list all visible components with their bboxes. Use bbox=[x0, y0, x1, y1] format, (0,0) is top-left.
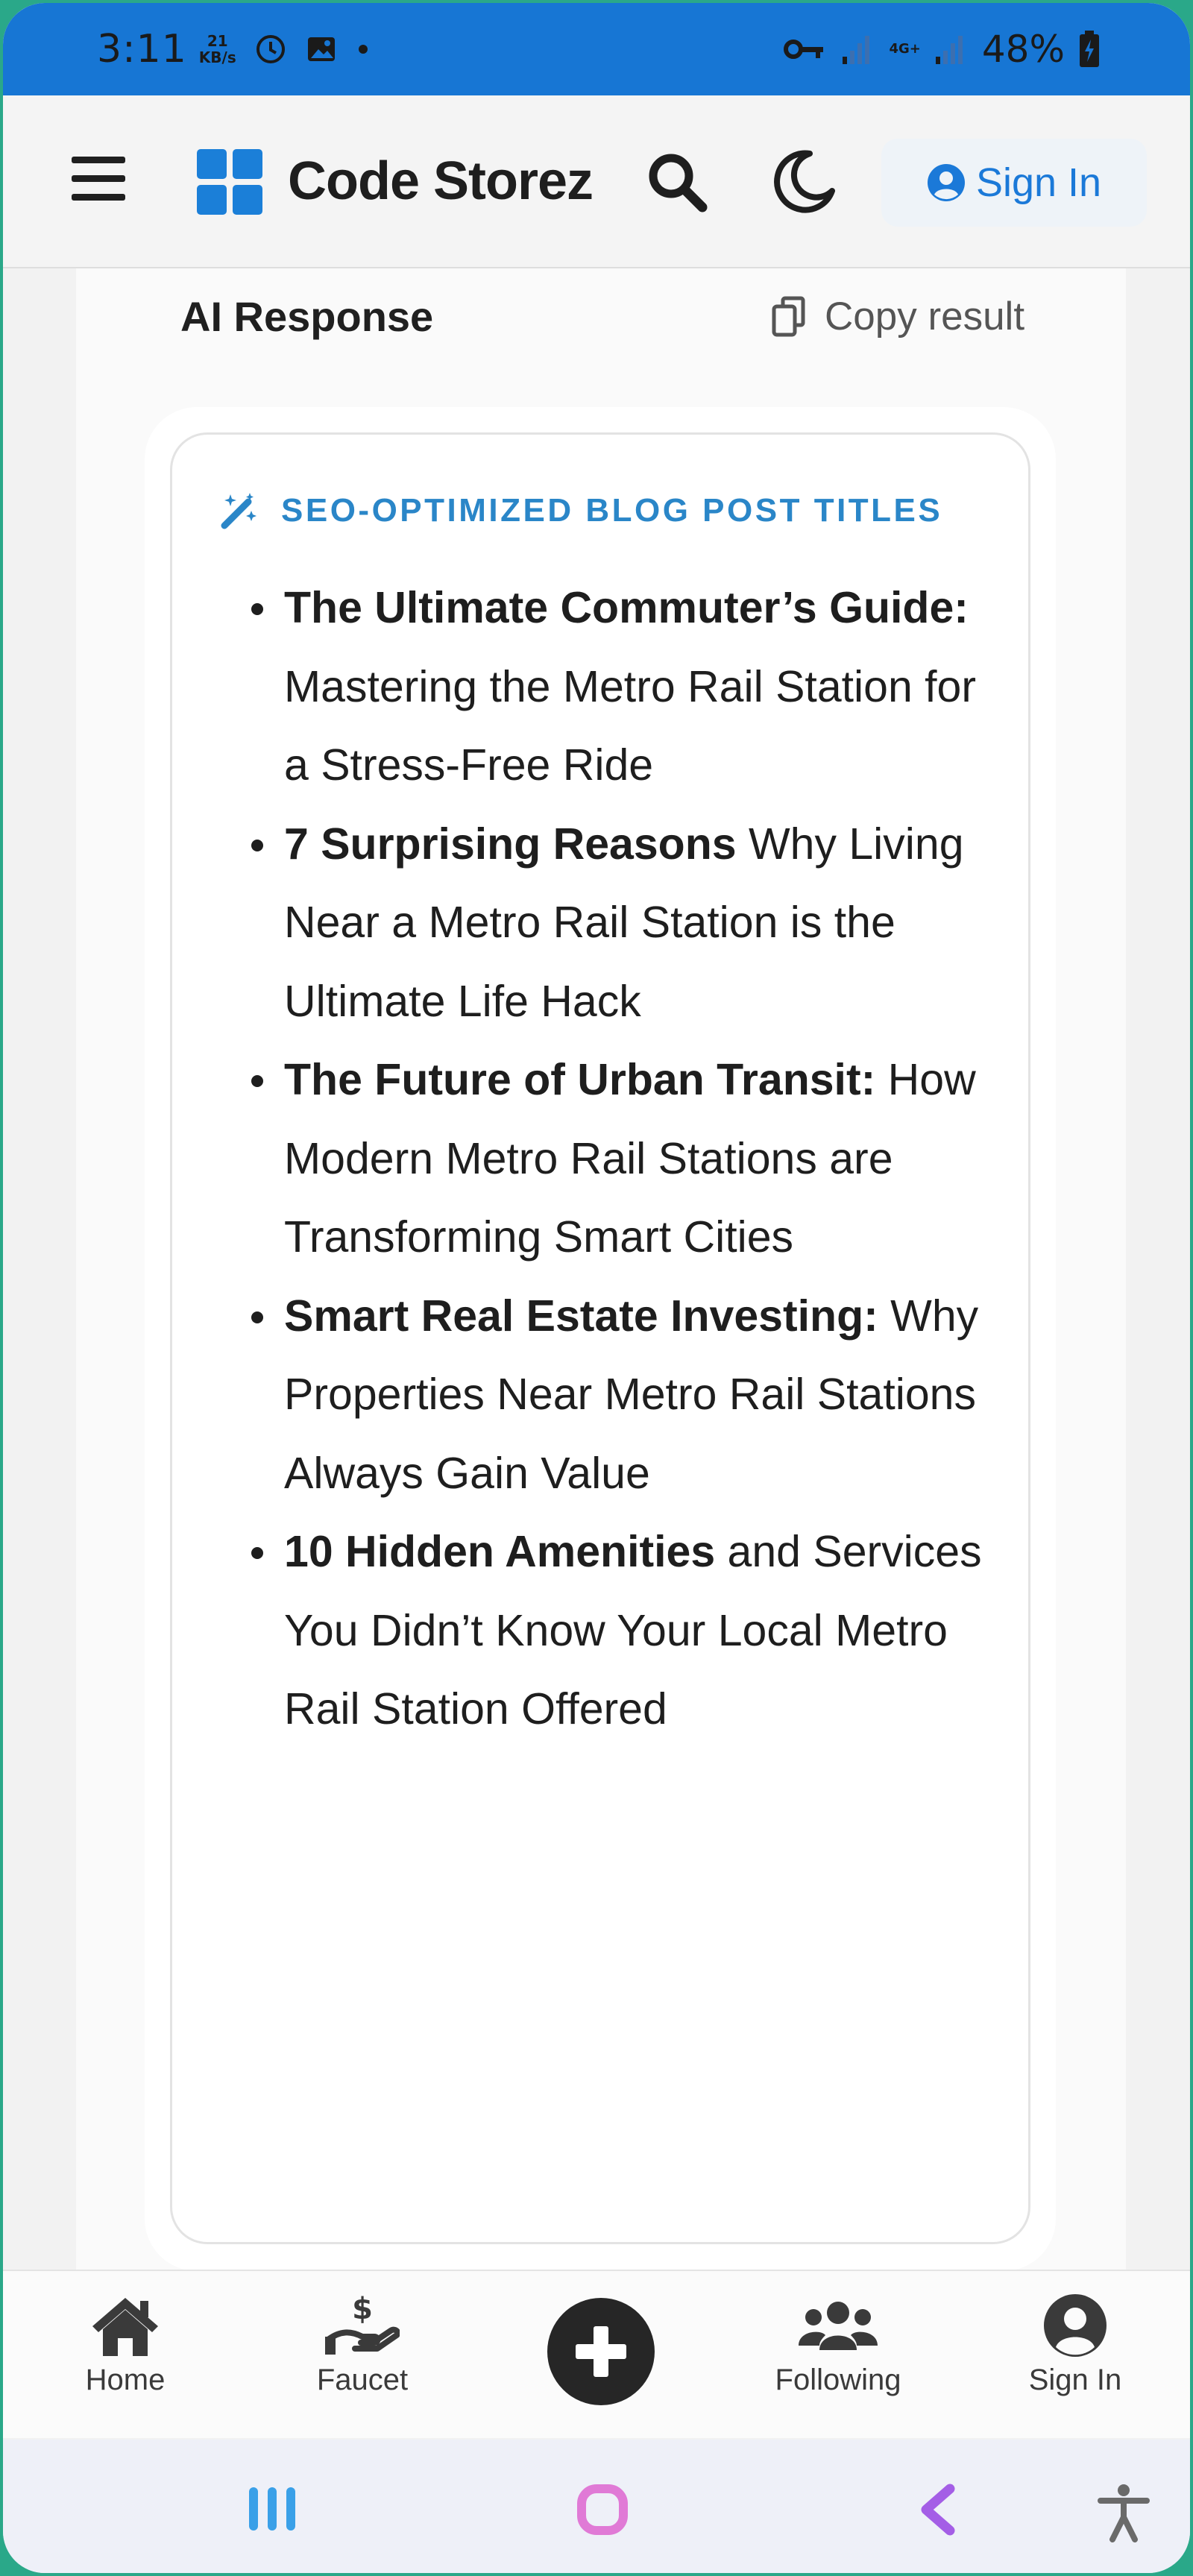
item-bold: 10 Hidden Amenities bbox=[284, 1527, 716, 1576]
copy-result-button[interactable]: Copy result bbox=[771, 294, 1024, 339]
section-title: SEO-OPTIMIZED BLOG POST TITLES bbox=[281, 492, 943, 529]
signal-weak-icon bbox=[843, 36, 870, 64]
response-card: SEO-OPTIMIZED BLOG POST TITLES The Ultim… bbox=[170, 432, 1030, 2244]
moon-icon[interactable] bbox=[771, 148, 838, 215]
list-item: The Future of Urban Transit: How Modern … bbox=[251, 1041, 1000, 1277]
battery-charging-icon bbox=[1080, 31, 1099, 67]
nav-sign-in-label: Sign In bbox=[1028, 2364, 1122, 2396]
item-bold: The Future of Urban Transit: bbox=[284, 1055, 876, 1104]
nav-faucet-label: Faucet bbox=[316, 2364, 409, 2396]
image-icon bbox=[307, 37, 335, 61]
nav-home[interactable]: Home bbox=[28, 2293, 222, 2397]
recents-icon[interactable] bbox=[246, 2483, 298, 2535]
nav-following-label: Following bbox=[775, 2364, 901, 2396]
blog-title-list: The Ultimate Commuter’s Guide: Mastering… bbox=[251, 569, 1000, 1749]
signal-icon bbox=[935, 36, 963, 64]
list-item: 10 Hidden Amenities and Services You Did… bbox=[251, 1513, 1000, 1749]
content-area: AI Response Copy result SEO-OPTIMIZED BL… bbox=[76, 268, 1126, 2271]
nav-home-label: Home bbox=[85, 2364, 166, 2396]
logo-icon[interactable] bbox=[197, 149, 262, 215]
battery-percent: 48% bbox=[981, 28, 1065, 71]
alarm-icon bbox=[256, 35, 285, 63]
copy-icon bbox=[772, 296, 805, 336]
magic-wand-icon bbox=[221, 493, 256, 529]
nav-sign-in[interactable]: Sign In bbox=[978, 2293, 1172, 2397]
section-header: SEO-OPTIMIZED BLOG POST TITLES bbox=[220, 491, 942, 530]
brand-name[interactable]: Code Storez bbox=[288, 151, 594, 212]
status-bar: 3:11 21 KB/s 4G+ 48% bbox=[3, 3, 1190, 95]
item-bold: 7 Surprising Reasons bbox=[284, 819, 737, 869]
notification-dot bbox=[358, 45, 368, 54]
ai-response-title: AI Response bbox=[180, 293, 434, 340]
list-item: Smart Real Estate Investing: Why Propert… bbox=[251, 1277, 1000, 1514]
sign-in-label: Sign In bbox=[975, 160, 1102, 205]
copy-result-label: Copy result bbox=[825, 295, 1025, 338]
svg-text:$: $ bbox=[352, 2293, 373, 2326]
network-type: 4G+ bbox=[889, 41, 921, 57]
bottom-navigation: Home $ Faucet Following Sign In bbox=[3, 2270, 1190, 2438]
hand-dollar-icon: $ bbox=[325, 2293, 400, 2355]
users-icon bbox=[799, 2302, 878, 2350]
phone-screen: 3:11 21 KB/s 4G+ 48% Code Storez Sign In… bbox=[0, 0, 1193, 2576]
list-item: The Ultimate Commuter’s Guide: Mastering… bbox=[251, 569, 1000, 805]
search-icon[interactable] bbox=[644, 149, 711, 216]
home-icon bbox=[92, 2298, 158, 2356]
nav-faucet[interactable]: $ Faucet bbox=[265, 2293, 459, 2397]
add-button[interactable] bbox=[547, 2298, 655, 2405]
user-circle-icon bbox=[927, 164, 965, 201]
network-speed: 21 KB/s bbox=[198, 32, 236, 66]
item-bold: The Ultimate Commuter’s Guide: bbox=[284, 583, 969, 632]
plus-icon bbox=[576, 2326, 626, 2377]
response-card-wrapper: SEO-OPTIMIZED BLOG POST TITLES The Ultim… bbox=[145, 407, 1056, 2271]
item-bold: Smart Real Estate Investing: bbox=[284, 1291, 878, 1341]
status-time: 3:11 bbox=[97, 27, 187, 72]
nav-following[interactable]: Following bbox=[741, 2293, 935, 2397]
system-navigation-bar bbox=[3, 2440, 1190, 2573]
accessibility-icon[interactable] bbox=[1098, 2483, 1150, 2542]
app-header: Code Storez Sign In bbox=[3, 95, 1190, 268]
vpn-key-icon bbox=[784, 40, 824, 59]
hamburger-icon[interactable] bbox=[72, 157, 125, 201]
sign-in-button[interactable]: Sign In bbox=[881, 139, 1147, 227]
item-text: Mastering the Metro Rail Station for a S… bbox=[284, 661, 977, 790]
back-icon[interactable] bbox=[916, 2483, 960, 2536]
user-circle-icon bbox=[1044, 2294, 1107, 2357]
list-item: 7 Surprising Reasons Why Living Near a M… bbox=[251, 805, 1000, 1042]
home-button-icon[interactable] bbox=[576, 2483, 629, 2536]
